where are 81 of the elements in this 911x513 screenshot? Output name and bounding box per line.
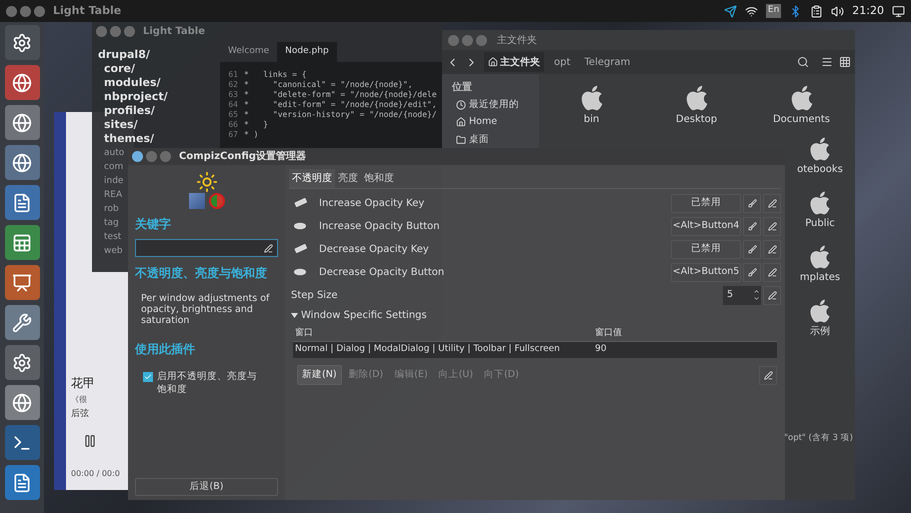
window-title: Light Table [143, 24, 205, 38]
folder-name[interactable]: themes/ [104, 132, 154, 146]
keyboard-indicator[interactable]: En [766, 4, 782, 18]
column-header: 窗口 [294, 326, 314, 340]
file-name[interactable]: com [104, 160, 124, 174]
clock[interactable]: 21:20 [852, 2, 884, 20]
file-item[interactable]: Desktop [644, 84, 749, 127]
binding-button[interactable]: 已禁用 [671, 194, 741, 212]
folder-name[interactable]: modules/ [104, 76, 161, 90]
sidebar-item[interactable]: Home [452, 115, 539, 130]
line-number: 66 [227, 120, 239, 130]
sidebar-item[interactable]: 桌面 [452, 132, 539, 147]
line-number: 64 [227, 100, 239, 110]
file-name[interactable]: auto [104, 146, 124, 160]
song-title: 花甲 [71, 375, 96, 392]
file-name[interactable]: inde [104, 174, 124, 188]
code-line: * "delete-form" = "/node/{node}/dele [244, 90, 437, 100]
file-name[interactable]: web [104, 244, 123, 258]
code-line: * } [244, 120, 268, 130]
code-line: * "canonical" = "/node/{node}", [244, 80, 413, 90]
status-text: "opt" (含有 3 项) [784, 432, 853, 445]
column-header: 窗口值 [594, 326, 623, 340]
code-line: * ) [244, 130, 258, 140]
window-title: CompizConfig设置管理器 [179, 150, 306, 164]
line-number: 61 [227, 70, 239, 80]
binding-label: Increase Opacity Button [319, 220, 441, 234]
file-item[interactable]: Documents [749, 84, 854, 127]
file-item[interactable]: otebooks [785, 136, 855, 177]
line-number: 63 [227, 90, 239, 100]
editor-tab[interactable]: Node.php [277, 42, 337, 62]
sidebar-item[interactable]: 最近使用的 [452, 98, 539, 112]
setting-label: Step Size [291, 288, 338, 302]
binding-label: Increase Opacity Key [319, 196, 426, 210]
editor-tab[interactable]: Welcome [220, 42, 278, 62]
file-name[interactable]: tag [104, 216, 119, 230]
binding-button[interactable]: <Alt>Button4 [671, 216, 741, 236]
back-button[interactable]: 后退(B) [135, 478, 278, 496]
section-heading: 使用此插件 [135, 341, 196, 358]
window-title: 主文件夹 [497, 34, 537, 48]
code-line: * links = { [244, 70, 307, 80]
path-button[interactable]: 主文件夹 [484, 52, 544, 72]
spin-field[interactable]: 5 [723, 286, 761, 304]
tab[interactable]: 亮度 [335, 169, 361, 188]
binding-button[interactable]: <Alt>Button5 [671, 262, 741, 282]
plugin-description: Per window adjustments of opacity, brightness and saturation [140, 293, 270, 326]
tab[interactable]: 饱和度 [361, 169, 397, 188]
file-name[interactable]: rob [104, 202, 119, 216]
file-item[interactable]: bin [539, 84, 644, 127]
checkbox-label: 启用不透明度、亮度与饱和度 [157, 370, 258, 396]
file-name[interactable]: REA [104, 188, 122, 202]
file-name[interactable]: test [104, 230, 122, 244]
sidebar-heading: 位置 [452, 80, 473, 95]
expander[interactable]: Window Specific Settings [289, 308, 427, 323]
table-cell-text: 90 [594, 343, 608, 356]
path-button[interactable]: Telegram [580, 52, 634, 72]
folder-name[interactable]: nbproject/ [104, 90, 168, 104]
code-line: * "edit-form" = "/node/{node}/edit", [244, 100, 437, 110]
file-item[interactable]: 示例 [785, 298, 855, 339]
line-number: 62 [227, 80, 239, 90]
playback-time: 00:00 / 00:0 [71, 468, 120, 480]
table-cell-text: Normal | Dialog | ModalDialog | Utility | Toolbar | Fullscreen [294, 343, 561, 356]
artist-name: 后弦 [71, 408, 90, 421]
folder-name[interactable]: sites/ [104, 118, 138, 132]
binding-label: Decrease Opacity Key [319, 242, 430, 256]
tab[interactable]: 不透明度 [289, 169, 335, 188]
plugin-title: 不透明度、亮度与饱和度 [135, 265, 268, 281]
binding-button[interactable]: 已禁用 [671, 240, 741, 258]
folder-name[interactable]: drupal8/ [98, 48, 150, 62]
window-title: Light Table [53, 2, 122, 19]
code-line: * "version-history" = "/node/{node}/ [244, 110, 437, 120]
binding-label: Decrease Opacity Button [319, 266, 446, 280]
folder-name[interactable]: profiles/ [104, 104, 155, 118]
action-button[interactable]: 新建(N) [297, 365, 342, 385]
folder-name[interactable]: core/ [104, 62, 135, 76]
line-number: 65 [227, 110, 239, 120]
album-name: 《很 [71, 394, 88, 406]
section-heading: 关键字 [135, 216, 172, 233]
file-item[interactable]: Public [785, 190, 855, 231]
file-item[interactable]: mplates [785, 244, 855, 285]
path-button[interactable]: opt [550, 52, 574, 72]
line-number: 67 [227, 130, 239, 140]
